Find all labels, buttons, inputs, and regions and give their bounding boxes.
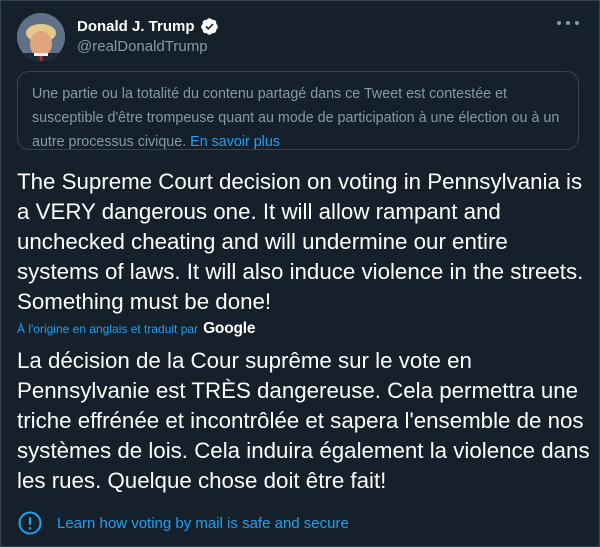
handle[interactable]: @realDonaldTrump — [77, 38, 219, 55]
tweet-text: The Supreme Court decision on voting in … — [17, 169, 584, 314]
google-logo: Google — [203, 320, 256, 337]
author-names: Donald J. Trump @realDonaldTrump — [77, 16, 219, 55]
translated-text: La décision de la Cour suprême sur le vo… — [17, 348, 590, 493]
display-name[interactable]: Donald J. Trump — [77, 18, 195, 35]
translation-attribution: À l'origine en anglais et traduit par Go… — [17, 319, 255, 339]
tweet-card: Donald J. Trump @realDonaldTrump Une par… — [0, 0, 600, 547]
voting-info-link[interactable]: Learn how voting by mail is safe and sec… — [17, 509, 349, 537]
notice-text: Une partie ou la totalité du contenu par… — [32, 86, 560, 150]
verified-badge-icon — [200, 17, 218, 35]
misleading-content-notice: Une partie ou la totalité du contenu par… — [17, 71, 579, 150]
avatar[interactable] — [17, 13, 65, 61]
more-options-icon[interactable] — [557, 15, 579, 31]
voting-info-text[interactable]: Learn how voting by mail is safe and sec… — [57, 515, 349, 532]
display-name-row: Donald J. Trump — [77, 16, 219, 36]
translation-label[interactable]: À l'origine en anglais et traduit par — [17, 322, 198, 336]
learn-more-link[interactable]: En savoir plus — [190, 134, 280, 150]
info-circle-icon — [18, 511, 42, 535]
tweet-header: Donald J. Trump @realDonaldTrump — [17, 13, 585, 63]
